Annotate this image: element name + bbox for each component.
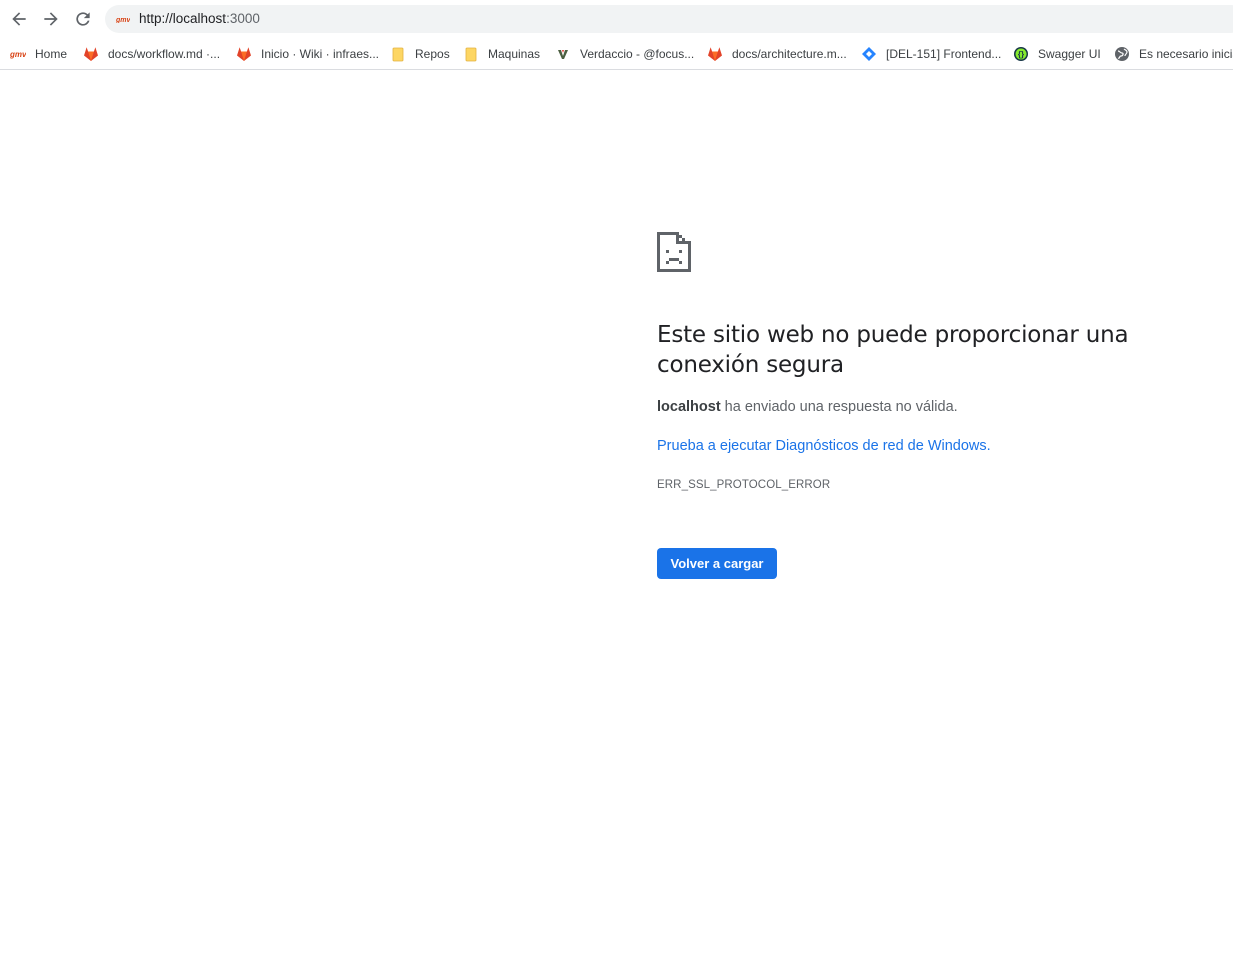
reload-button[interactable]	[68, 4, 98, 34]
sad-document-icon	[657, 232, 691, 272]
bookmark-label: Home	[35, 47, 68, 61]
verdaccio-icon	[555, 46, 571, 62]
arrow-right-icon	[44, 12, 58, 26]
reload-icon	[76, 12, 90, 26]
bookmark-label: Verdaccio - @focus...	[580, 47, 695, 61]
url-host: http://localhost	[139, 11, 227, 26]
gmv-logo-icon: gmv	[10, 46, 26, 62]
svg-text:gmv: gmv	[10, 50, 26, 59]
bookmark-del-151[interactable]: [DEL-151] Frontend...	[861, 42, 1001, 66]
bookmark-label: Repos	[415, 47, 450, 61]
reload-page-button[interactable]: Volver a cargar	[657, 548, 777, 579]
bookmark-home[interactable]: gmv Home	[10, 42, 67, 66]
bookmark-wiki-infraes[interactable]: Inicio · Wiki · infraes...	[236, 42, 379, 66]
bookmark-label: Swagger UI	[1038, 47, 1101, 61]
bookmark-es-necesario[interactable]: Es necesario inicia	[1114, 42, 1233, 66]
error-host: localhost	[657, 399, 721, 415]
bookmark-label: docs/workflow.md ·...	[108, 47, 221, 61]
error-title: Este sitio web no puede proporcionar una…	[657, 322, 1129, 378]
jira-icon	[861, 46, 877, 62]
bookmark-label: [DEL-151] Frontend...	[886, 47, 1002, 61]
swagger-icon: {}	[1013, 46, 1029, 62]
svg-text:{}: {}	[1018, 50, 1024, 59]
folder-icon	[390, 46, 406, 62]
arrow-left-icon	[12, 12, 26, 26]
globe-icon	[1114, 46, 1130, 62]
gmv-logo-icon: gmv	[115, 12, 131, 26]
network-diagnostics-link[interactable]: Prueba a ejecutar Diagnósticos de red de…	[657, 438, 991, 454]
bookmarks-bar: gmv Home docs/workflow.md ·... Inicio · …	[0, 38, 1233, 70]
bookmark-label: docs/architecture.m...	[732, 47, 847, 61]
bookmark-verdaccio[interactable]: Verdaccio - @focus...	[555, 42, 694, 66]
bookmark-docs-architecture[interactable]: docs/architecture.m...	[707, 42, 847, 66]
gitlab-icon	[707, 46, 723, 62]
bookmark-label: Es necesario inicia	[1139, 47, 1233, 61]
url-text[interactable]: http://localhost:3000	[139, 11, 260, 26]
error-message: localhost ha enviado una respuesta no vá…	[657, 399, 958, 415]
folder-icon	[463, 46, 479, 62]
gitlab-icon	[83, 46, 99, 62]
error-message-text: ha enviado una respuesta no válida.	[720, 399, 958, 415]
address-bar[interactable]: gmv http://localhost:3000	[105, 5, 1233, 33]
bookmark-docs-workflow[interactable]: docs/workflow.md ·...	[83, 42, 220, 66]
url-port: :3000	[226, 11, 260, 26]
bookmark-label: Inicio · Wiki · infraes...	[261, 47, 380, 61]
forward-button[interactable]	[36, 4, 66, 34]
svg-text:gmv: gmv	[116, 17, 130, 23]
browser-toolbar: gmv http://localhost:3000	[0, 0, 1233, 38]
bookmark-repos[interactable]: Repos	[390, 42, 450, 66]
gitlab-icon	[236, 46, 252, 62]
back-button[interactable]	[4, 4, 34, 34]
error-code: ERR_SSL_PROTOCOL_ERROR	[657, 479, 831, 491]
bookmark-label: Maquinas	[488, 47, 541, 61]
bookmark-swagger-ui[interactable]: {} Swagger UI	[1013, 42, 1101, 66]
bookmark-maquinas[interactable]: Maquinas	[463, 42, 540, 66]
